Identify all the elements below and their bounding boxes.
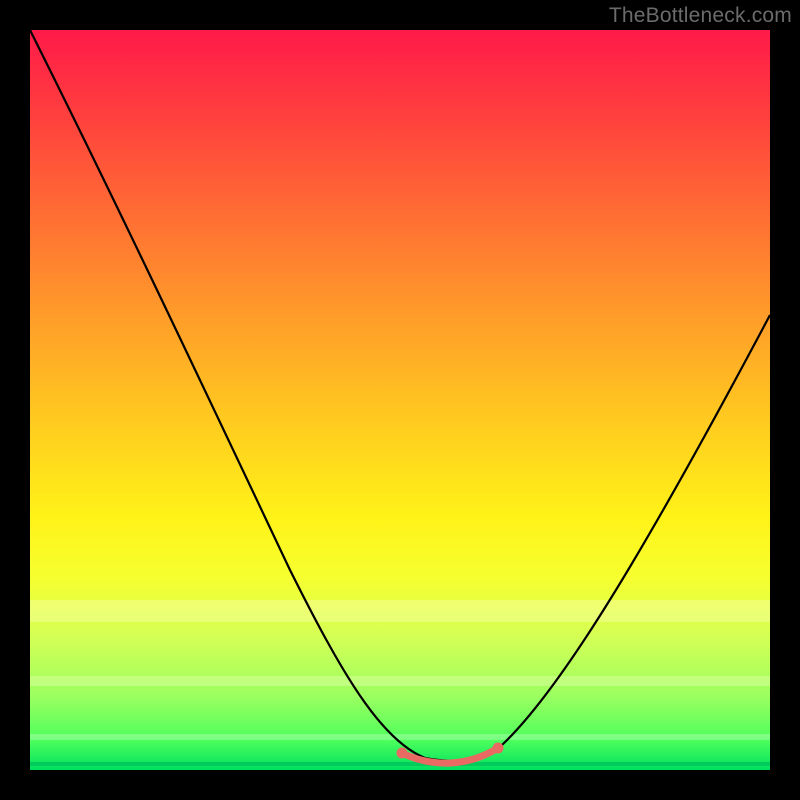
chart-plot-area xyxy=(30,30,770,770)
segment-end-dot xyxy=(493,743,504,754)
watermark-text: TheBottleneck.com xyxy=(609,4,792,28)
bottleneck-curve-svg xyxy=(30,30,770,770)
bottleneck-curve-path xyxy=(30,30,770,761)
segment-start-dot xyxy=(397,748,408,759)
chart-frame: TheBottleneck.com xyxy=(0,0,800,800)
bottleneck-optimal-segment xyxy=(402,748,498,763)
